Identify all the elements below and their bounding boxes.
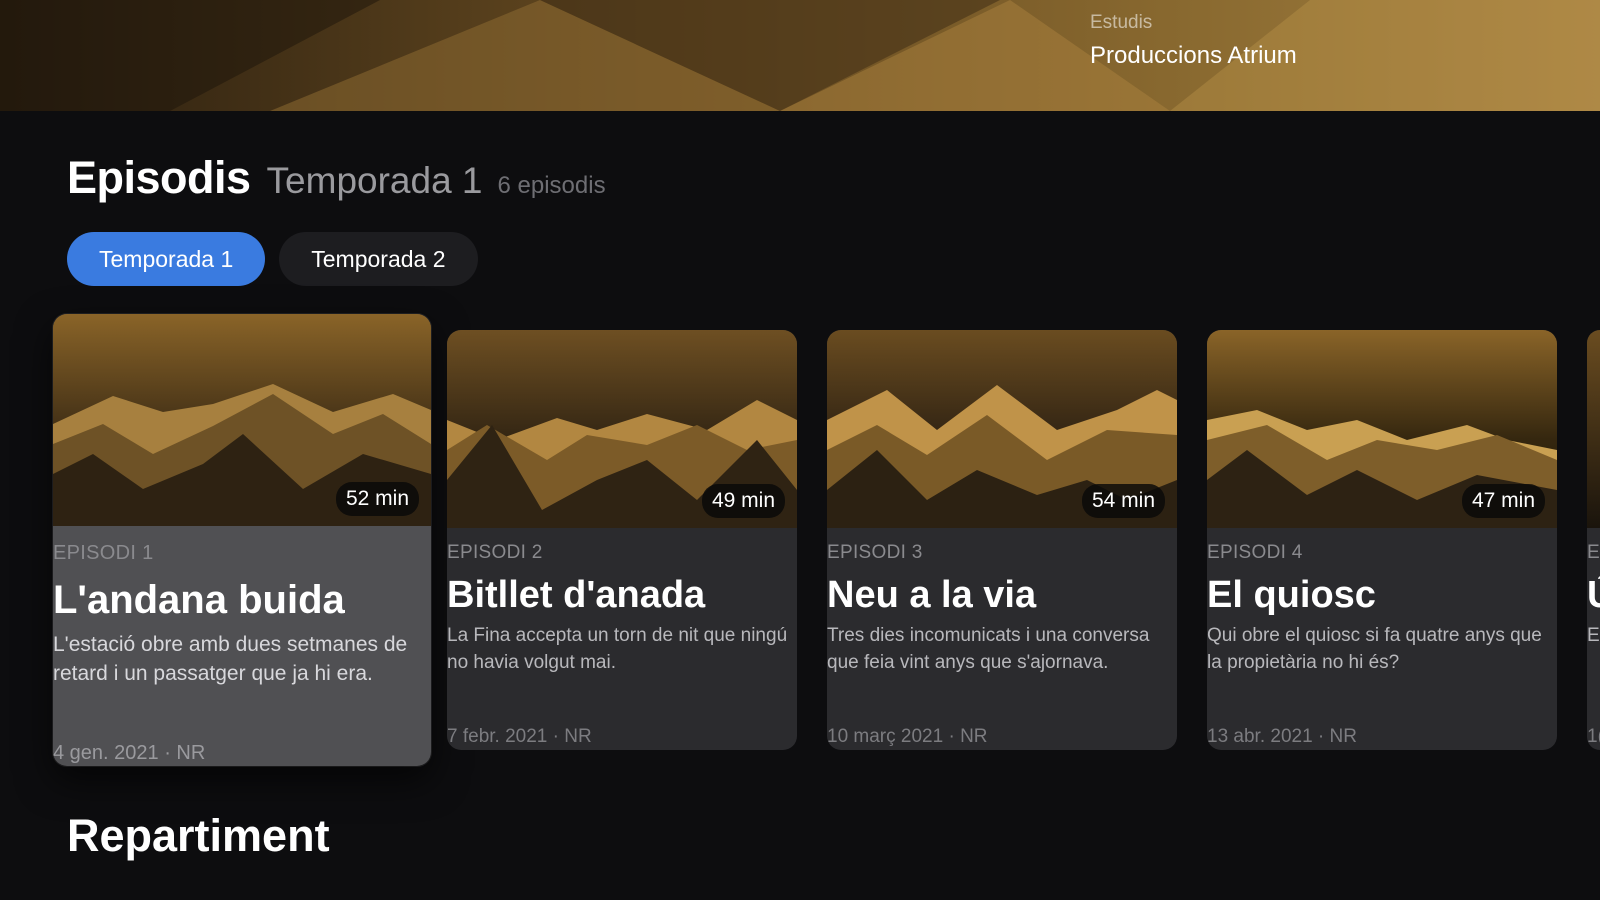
cast-title: Repartiment	[67, 810, 330, 861]
hero-banner: Estudis Produccions Atrium	[0, 0, 1600, 111]
tab-season-2[interactable]: Temporada 2	[279, 232, 478, 286]
episode-card-5[interactable]: E Ú E h 1(	[1587, 330, 1600, 750]
episode-number: EPISODI 4	[1207, 542, 1303, 563]
current-season: Temporada 1	[266, 160, 483, 201]
episode-thumbnail	[1587, 330, 1600, 528]
episode-meta: 1(	[1587, 726, 1600, 747]
episode-description: Qui obre el quiosc si fa quatre anys que…	[1207, 625, 1542, 673]
episode-description: L'estació obre amb dues setmanes de reta…	[53, 633, 408, 685]
studio-label: Estudis	[1090, 12, 1153, 33]
episode-thumbnail: 54 min	[827, 330, 1177, 528]
episode-meta: 13 abr. 2021 · NR	[1207, 726, 1357, 747]
episodes-header: Episodis Temporada 1 6 episodis	[67, 152, 606, 204]
episode-number: EPISODI 2	[447, 542, 543, 563]
duration-badge: 47 min	[1461, 484, 1545, 518]
episode-title: Neu a la via	[827, 574, 1037, 616]
hero-artwork	[0, 0, 1600, 111]
episode-meta: 10 març 2021 · NR	[827, 726, 988, 747]
episode-description: E h	[1587, 625, 1600, 646]
studio-info: Estudis Produccions Atrium	[1090, 12, 1297, 70]
episode-number: EPISODI 1	[53, 542, 154, 564]
duration-badge: 52 min	[335, 482, 419, 516]
duration-badge: 54 min	[1081, 484, 1165, 518]
episode-thumbnail: 52 min	[53, 314, 431, 526]
episode-description: La Fina accepta un torn de nit que ningú…	[447, 625, 788, 673]
episode-number: E	[1587, 542, 1600, 563]
episode-card-1[interactable]: 52 min EPISODI 1 L'andana buida L'estaci…	[52, 313, 432, 767]
duration-badge: 49 min	[701, 484, 785, 518]
episode-title: L'andana buida	[53, 578, 345, 622]
episode-thumbnail: 49 min	[447, 330, 797, 528]
episode-thumbnail: 47 min	[1207, 330, 1557, 528]
episode-title: Ú	[1587, 574, 1600, 617]
episode-title: Bitllet d'anada	[447, 574, 706, 616]
episodes-title: Episodis	[67, 152, 251, 203]
studio-name: Produccions Atrium	[1090, 42, 1297, 69]
episode-description: Tres dies incomunicats i una conversa qu…	[827, 625, 1150, 673]
tab-season-1[interactable]: Temporada 1	[67, 232, 266, 286]
episode-card-2[interactable]: 49 min EPISODI 2 Bitllet d'anada La Fina…	[447, 330, 797, 750]
season-tabs: Temporada 1 Temporada 2	[67, 232, 478, 286]
episode-number: EPISODI 3	[827, 542, 923, 563]
episode-card-4[interactable]: 47 min EPISODI 4 El quiosc Qui obre el q…	[1207, 330, 1557, 750]
episode-meta: 7 febr. 2021 · NR	[447, 726, 592, 747]
episode-meta: 4 gen. 2021 · NR	[53, 742, 206, 764]
episode-count: 6 episodis	[497, 172, 606, 199]
episode-title: El quiosc	[1207, 574, 1376, 616]
episode-card-3[interactable]: 54 min EPISODI 3 Neu a la via Tres dies …	[827, 330, 1177, 750]
